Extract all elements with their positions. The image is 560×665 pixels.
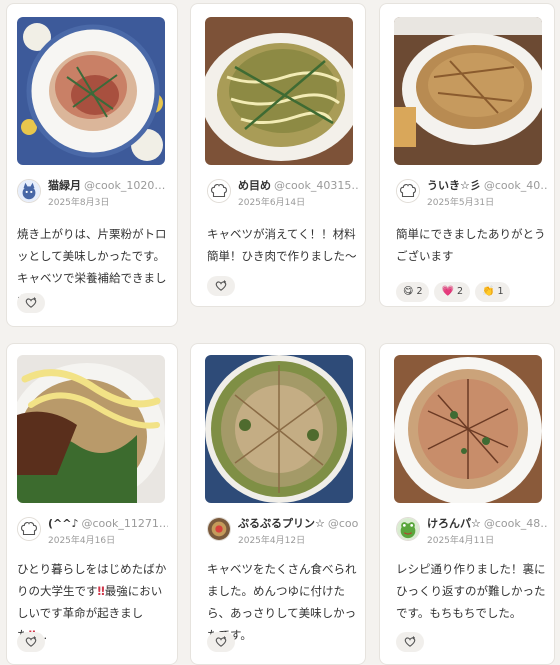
reaction-list: 😋 2 💗 2 👏 1 bbox=[396, 279, 515, 302]
exclamation-mark: ‼ bbox=[97, 584, 105, 598]
reaction-count: 2 bbox=[416, 286, 423, 297]
chef-hat-avatar-icon[interactable] bbox=[207, 179, 231, 203]
author-row[interactable]: けろんパ☆ @cook_48… 2025年4月11日 bbox=[396, 516, 547, 546]
author-row[interactable]: (^^♪ @cook_11271… 2025年4月16日 bbox=[17, 516, 168, 546]
author-id[interactable]: @cook_40… bbox=[484, 179, 547, 192]
clap-icon: 👏 bbox=[481, 286, 495, 297]
author-nickname[interactable]: ぷるぷるプリン☆ bbox=[238, 517, 325, 530]
author-row[interactable]: 猫緑月 @cook_1020… 2025年8月3日 bbox=[17, 178, 167, 208]
reaction-clap[interactable]: 👏 1 bbox=[474, 282, 511, 302]
author-id[interactable]: @cook_40315… bbox=[274, 179, 358, 192]
author-id[interactable]: @cook_1020… bbox=[84, 179, 165, 192]
dish-photo[interactable] bbox=[205, 355, 353, 503]
reaction-count: 2 bbox=[456, 286, 463, 297]
author-row[interactable]: ぷるぷるプリン☆@coo… 2025年4月12日 bbox=[207, 516, 358, 546]
tsukurepo-card[interactable]: (^^♪ @cook_11271… 2025年4月16日 ひとり暮らしをはじめたば… bbox=[6, 343, 178, 665]
heart-plus-button[interactable] bbox=[17, 293, 45, 313]
yummy-face-icon: 😋 bbox=[403, 286, 414, 297]
comment-text: 簡単にできましたありがとうございます bbox=[396, 227, 546, 263]
reaction-heart[interactable]: 💗 2 bbox=[434, 282, 470, 302]
reaction-count: 1 bbox=[497, 286, 504, 297]
author-id[interactable]: @coo… bbox=[328, 517, 358, 530]
comment-text: レシピ通り作りました！裏にひっくり返すのが難しかったです。もちもちでした。 bbox=[396, 562, 546, 620]
heart-plus-icon bbox=[25, 636, 37, 647]
comment-text: キャベツが消えてく！！材料簡単！ひき肉で作りました〜 bbox=[207, 227, 357, 263]
post-date: 2025年4月11日 bbox=[427, 536, 495, 546]
post-date: 2025年4月16日 bbox=[48, 536, 116, 546]
author-nickname[interactable]: けろんパ☆ bbox=[427, 517, 481, 530]
tsukurepo-card[interactable]: けろんパ☆ @cook_48… 2025年4月11日 レシピ通り作りました！裏にひ… bbox=[379, 343, 555, 665]
author-row[interactable]: ういき☆彡 @cook_40… 2025年5月31日 bbox=[396, 178, 547, 208]
post-date: 2025年4月12日 bbox=[238, 536, 306, 546]
heart-plus-icon bbox=[215, 280, 227, 291]
author-nickname[interactable]: (^^♪ bbox=[48, 517, 78, 530]
tsukurepo-card[interactable]: ういき☆彡 @cook_40… 2025年5月31日 簡単にできましたありがとうご… bbox=[379, 3, 555, 307]
heart-plus-button[interactable] bbox=[207, 632, 235, 652]
reaction-yummy[interactable]: 😋 2 bbox=[396, 282, 430, 302]
post-date: 2025年6月14日 bbox=[238, 198, 306, 208]
dish-photo[interactable] bbox=[17, 355, 165, 503]
author-id[interactable]: @cook_11271… bbox=[81, 517, 168, 530]
heart-plus-button[interactable] bbox=[207, 276, 235, 296]
post-date: 2025年8月3日 bbox=[48, 198, 110, 208]
post-date: 2025年5月31日 bbox=[427, 198, 495, 208]
heart-plus-icon bbox=[215, 636, 227, 647]
author-nickname[interactable]: ういき☆彡 bbox=[427, 179, 481, 192]
tsukurepo-card[interactable]: ぷるぷるプリン☆@coo… 2025年4月12日 キャベツをたくさん食べられまし… bbox=[190, 343, 366, 665]
heart-plus-button[interactable] bbox=[396, 632, 424, 652]
author-row[interactable]: め目め @cook_40315… 2025年6月14日 bbox=[207, 178, 358, 208]
chef-hat-avatar-icon[interactable] bbox=[17, 517, 41, 541]
heart-icon: 💗 bbox=[441, 286, 454, 297]
chef-hat-avatar-icon[interactable] bbox=[396, 179, 420, 203]
author-nickname[interactable]: め目め bbox=[238, 179, 271, 192]
author-id[interactable]: @cook_48… bbox=[484, 517, 547, 530]
dish-photo[interactable] bbox=[394, 355, 542, 503]
heart-plus-button[interactable] bbox=[17, 632, 45, 652]
heart-plus-icon bbox=[404, 636, 416, 647]
tsukurepo-card[interactable]: め目め @cook_40315… 2025年6月14日 キャベツが消えてく！！材料… bbox=[190, 3, 366, 307]
tsukurepo-card[interactable]: 猫緑月 @cook_1020… 2025年8月3日 焼き上がりは、片栗粉がトロッと… bbox=[6, 3, 178, 327]
frog-avatar-icon[interactable] bbox=[396, 517, 420, 541]
dish-photo[interactable] bbox=[205, 17, 353, 165]
author-nickname[interactable]: 猫緑月 bbox=[48, 179, 81, 192]
photo-avatar-icon[interactable] bbox=[207, 517, 231, 541]
heart-plus-icon bbox=[25, 297, 37, 308]
cat-avatar-icon[interactable] bbox=[17, 179, 41, 203]
dish-photo[interactable] bbox=[17, 17, 165, 165]
dish-photo[interactable] bbox=[394, 17, 542, 165]
